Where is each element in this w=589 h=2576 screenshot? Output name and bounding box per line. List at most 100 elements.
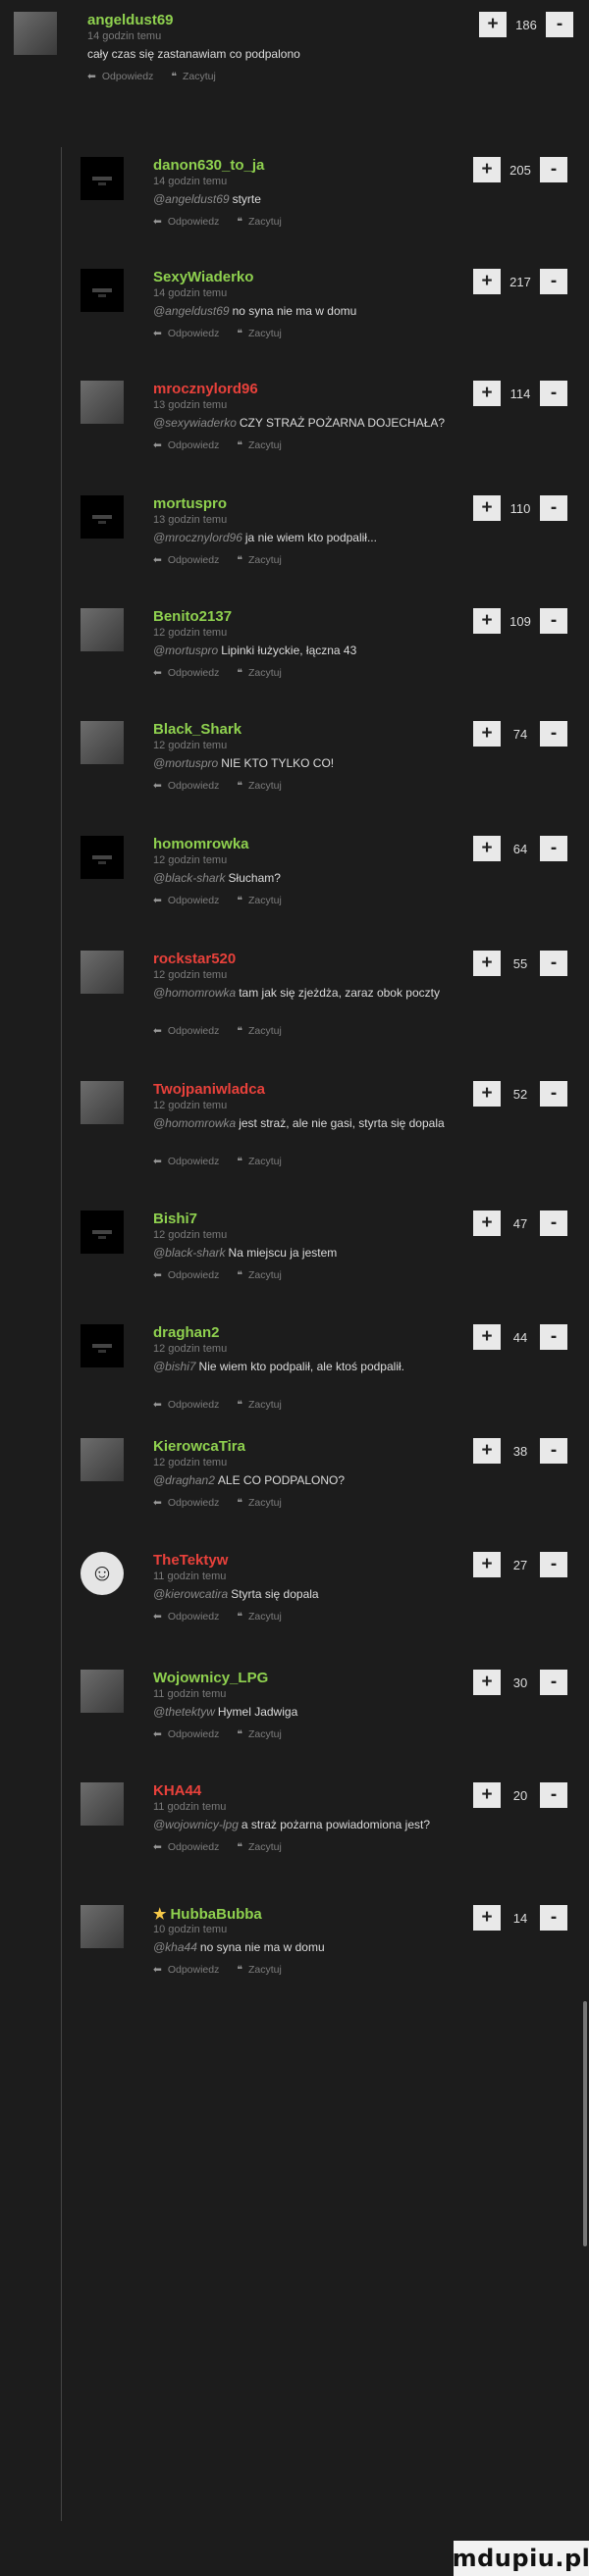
username[interactable]: KHA44 xyxy=(153,1782,201,1799)
quote-button[interactable]: ❝ Zacytuj xyxy=(237,328,282,339)
mention-link[interactable]: @kha44 xyxy=(153,1940,197,1954)
upvote-button[interactable]: + xyxy=(473,1552,501,1577)
upvote-button[interactable]: + xyxy=(473,157,501,182)
reply-button[interactable]: ⬅ Odpowiedz xyxy=(87,71,153,82)
downvote-button[interactable]: - xyxy=(540,836,567,861)
upvote-button[interactable]: + xyxy=(473,1438,501,1464)
avatar[interactable] xyxy=(14,12,57,55)
mention-link[interactable]: @black-shark xyxy=(153,1246,226,1260)
mention-link[interactable]: @mortuspro xyxy=(153,644,218,657)
quote-button[interactable]: ❝ Zacytuj xyxy=(237,439,282,451)
scrollbar[interactable] xyxy=(583,2001,587,2246)
username[interactable]: Black_Shark xyxy=(153,721,241,738)
reply-button[interactable]: ⬅ Odpowiedz xyxy=(153,216,219,228)
reply-button[interactable]: ⬅ Odpowiedz xyxy=(153,1399,219,1411)
quote-button[interactable]: ❝ Zacytuj xyxy=(237,1964,282,1976)
quote-button[interactable]: ❝ Zacytuj xyxy=(237,895,282,906)
username[interactable]: KierowcaTira xyxy=(153,1438,245,1455)
reply-button[interactable]: ⬅ Odpowiedz xyxy=(153,328,219,339)
reply-button[interactable]: ⬅ Odpowiedz xyxy=(153,1497,219,1509)
downvote-button[interactable]: - xyxy=(540,157,567,182)
reply-button[interactable]: ⬅ Odpowiedz xyxy=(153,667,219,679)
quote-button[interactable]: ❝ Zacytuj xyxy=(237,1728,282,1740)
downvote-button[interactable]: - xyxy=(540,1438,567,1464)
downvote-button[interactable]: - xyxy=(540,1211,567,1236)
downvote-button[interactable]: - xyxy=(540,1670,567,1695)
mention-link[interactable]: @wojownicy-lpg xyxy=(153,1818,239,1831)
reply-button[interactable]: ⬅ Odpowiedz xyxy=(153,1611,219,1623)
avatar[interactable] xyxy=(80,1438,124,1481)
avatar[interactable] xyxy=(80,836,124,879)
upvote-button[interactable]: + xyxy=(473,1905,501,1931)
upvote-button[interactable]: + xyxy=(473,1782,501,1808)
upvote-button[interactable]: + xyxy=(473,1670,501,1695)
quote-button[interactable]: ❝ Zacytuj xyxy=(237,1611,282,1623)
reply-button[interactable]: ⬅ Odpowiedz xyxy=(153,1156,219,1167)
downvote-button[interactable]: - xyxy=(540,381,567,406)
downvote-button[interactable]: - xyxy=(540,1782,567,1808)
quote-button[interactable]: ❝ Zacytuj xyxy=(237,216,282,228)
downvote-button[interactable]: - xyxy=(540,269,567,294)
mention-link[interactable]: @sexywiaderko xyxy=(153,416,237,430)
username[interactable]: SexyWiaderko xyxy=(153,269,253,285)
reply-button[interactable]: ⬅ Odpowiedz xyxy=(153,1025,219,1037)
quote-button[interactable]: ❝ Zacytuj xyxy=(237,1497,282,1509)
upvote-button[interactable]: + xyxy=(473,495,501,521)
upvote-button[interactable]: + xyxy=(473,1211,501,1236)
mention-link[interactable]: @kierowcatira xyxy=(153,1587,228,1601)
upvote-button[interactable]: + xyxy=(473,1081,501,1107)
quote-button[interactable]: ❝ Zacytuj xyxy=(237,780,282,792)
username[interactable]: TheTektyw xyxy=(153,1552,228,1569)
avatar[interactable] xyxy=(80,1081,124,1124)
quote-button[interactable]: ❝ Zacytuj xyxy=(237,1399,282,1411)
upvote-button[interactable]: + xyxy=(473,836,501,861)
reply-button[interactable]: ⬅ Odpowiedz xyxy=(153,895,219,906)
mention-link[interactable]: @bishi7 xyxy=(153,1360,196,1373)
avatar[interactable] xyxy=(80,608,124,651)
avatar[interactable] xyxy=(80,269,124,312)
username[interactable]: danon630_to_ja xyxy=(153,157,264,174)
downvote-button[interactable]: - xyxy=(540,1905,567,1931)
downvote-button[interactable]: - xyxy=(540,721,567,747)
mention-link[interactable]: @black-shark xyxy=(153,871,226,885)
username[interactable]: mrocznylord96 xyxy=(153,381,258,397)
downvote-button[interactable]: - xyxy=(546,12,573,37)
reply-button[interactable]: ⬅ Odpowiedz xyxy=(153,554,219,566)
quote-button[interactable]: ❝ Zacytuj xyxy=(237,554,282,566)
username[interactable]: mortuspro xyxy=(153,495,227,512)
mention-link[interactable]: @thetektyw xyxy=(153,1705,215,1719)
reply-button[interactable]: ⬅ Odpowiedz xyxy=(153,1269,219,1281)
username[interactable]: Wojownicy_LPG xyxy=(153,1670,268,1686)
mention-link[interactable]: @angeldust69 xyxy=(153,192,230,206)
reply-button[interactable]: ⬅ Odpowiedz xyxy=(153,439,219,451)
upvote-button[interactable]: + xyxy=(473,951,501,976)
reply-button[interactable]: ⬅ Odpowiedz xyxy=(153,1964,219,1976)
mention-link[interactable]: @mortuspro xyxy=(153,756,218,770)
mention-link[interactable]: @homomrowka xyxy=(153,1116,236,1130)
reply-button[interactable]: ⬅ Odpowiedz xyxy=(153,1728,219,1740)
downvote-button[interactable]: - xyxy=(540,1552,567,1577)
upvote-button[interactable]: + xyxy=(473,269,501,294)
avatar[interactable] xyxy=(80,495,124,539)
mention-link[interactable]: @angeldust69 xyxy=(153,304,230,318)
avatar[interactable] xyxy=(80,1782,124,1826)
username[interactable]: ★ HubbaBubba xyxy=(153,1905,262,1923)
quote-button[interactable]: ❝ Zacytuj xyxy=(237,667,282,679)
username[interactable]: rockstar520 xyxy=(153,951,236,967)
avatar[interactable] xyxy=(80,1324,124,1367)
mention-link[interactable]: @homomrowka xyxy=(153,986,236,1000)
username[interactable]: Benito2137 xyxy=(153,608,232,625)
avatar[interactable] xyxy=(80,1905,124,1948)
username[interactable]: Twojpaniwladca xyxy=(153,1081,265,1098)
reply-button[interactable]: ⬅ Odpowiedz xyxy=(153,780,219,792)
downvote-button[interactable]: - xyxy=(540,1324,567,1350)
quote-button[interactable]: ❝ Zacytuj xyxy=(237,1156,282,1167)
username[interactable]: homomrowka xyxy=(153,836,249,852)
downvote-button[interactable]: - xyxy=(540,951,567,976)
mention-link[interactable]: @draghan2 xyxy=(153,1473,215,1487)
downvote-button[interactable]: - xyxy=(540,608,567,634)
mention-link[interactable]: @mrocznylord96 xyxy=(153,531,242,544)
avatar[interactable] xyxy=(80,1670,124,1713)
downvote-button[interactable]: - xyxy=(540,495,567,521)
upvote-button[interactable]: + xyxy=(473,721,501,747)
